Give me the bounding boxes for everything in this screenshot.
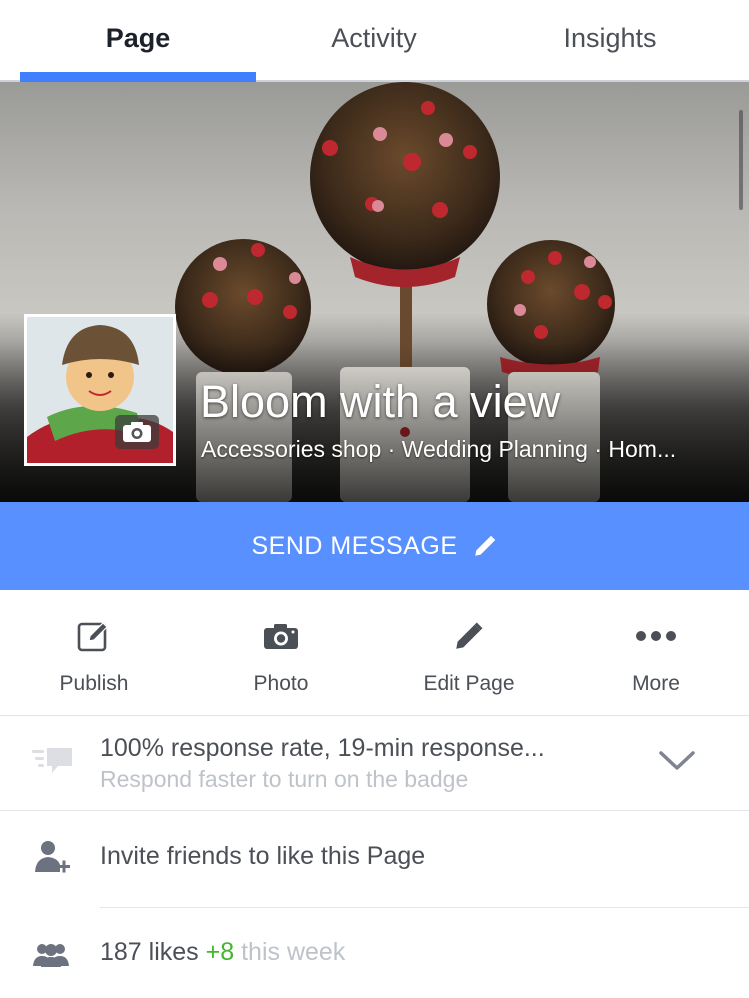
- top-tab-bar: Page Activity Insights: [0, 0, 749, 83]
- response-rate-row[interactable]: 100% response rate, 19-min response... R…: [0, 716, 749, 811]
- cover-photo[interactable]: Bloom with a view Accessories shop · Wed…: [0, 82, 749, 502]
- page-actions-bar: Publish Photo Edit Page More: [0, 590, 749, 716]
- tab-insights[interactable]: Insights: [492, 0, 728, 82]
- more-button[interactable]: More: [562, 590, 749, 716]
- compose-icon: [0, 618, 188, 654]
- add-friend-icon: [32, 838, 72, 878]
- likes-count: 187 likes: [100, 938, 199, 966]
- likes-summary: 187 likes +8 this week: [100, 938, 345, 967]
- page-categories[interactable]: Accessories shop · Wedding Planning · Ho…: [201, 436, 731, 463]
- camera-icon: [123, 422, 151, 442]
- page-title: Bloom with a view: [200, 376, 561, 427]
- photo-button[interactable]: Photo: [187, 590, 375, 716]
- likes-period: this week: [241, 938, 346, 966]
- send-message-label: SEND MESSAGE: [251, 531, 458, 560]
- likes-weekly-delta: +8: [205, 938, 235, 966]
- photo-label: Photo: [253, 672, 309, 695]
- pencil-icon: [472, 533, 498, 559]
- page-likes-row[interactable]: 187 likes +8 this week: [0, 908, 749, 998]
- tab-page-label: Page: [105, 22, 171, 53]
- edit-page-button[interactable]: Edit Page: [375, 590, 563, 716]
- tab-activity[interactable]: Activity: [256, 0, 492, 82]
- more-label: More: [632, 672, 680, 695]
- response-rate-text: 100% response rate, 19-min response...: [100, 734, 545, 762]
- edit-page-label: Edit Page: [423, 672, 515, 695]
- chat-speed-icon: [32, 746, 74, 776]
- change-profile-photo-button[interactable]: [115, 415, 159, 449]
- publish-label: Publish: [59, 672, 129, 695]
- scroll-indicator[interactable]: [739, 110, 743, 210]
- people-icon: [32, 942, 70, 968]
- pencil-icon: [375, 618, 563, 654]
- send-message-button[interactable]: SEND MESSAGE: [0, 502, 749, 590]
- publish-button[interactable]: Publish: [0, 590, 188, 716]
- response-badge-hint: Respond faster to turn on the badge: [100, 766, 469, 792]
- tab-activity-label: Activity: [331, 22, 417, 53]
- camera-icon: [187, 618, 375, 654]
- more-dots-icon: [562, 618, 749, 654]
- tab-page[interactable]: Page: [20, 0, 256, 83]
- chevron-down-icon[interactable]: [658, 750, 696, 777]
- tab-insights-label: Insights: [563, 22, 657, 53]
- invite-friends-row[interactable]: Invite friends to like this Page: [0, 812, 749, 908]
- profile-picture[interactable]: [24, 314, 176, 466]
- invite-friends-label: Invite friends to like this Page: [100, 842, 426, 870]
